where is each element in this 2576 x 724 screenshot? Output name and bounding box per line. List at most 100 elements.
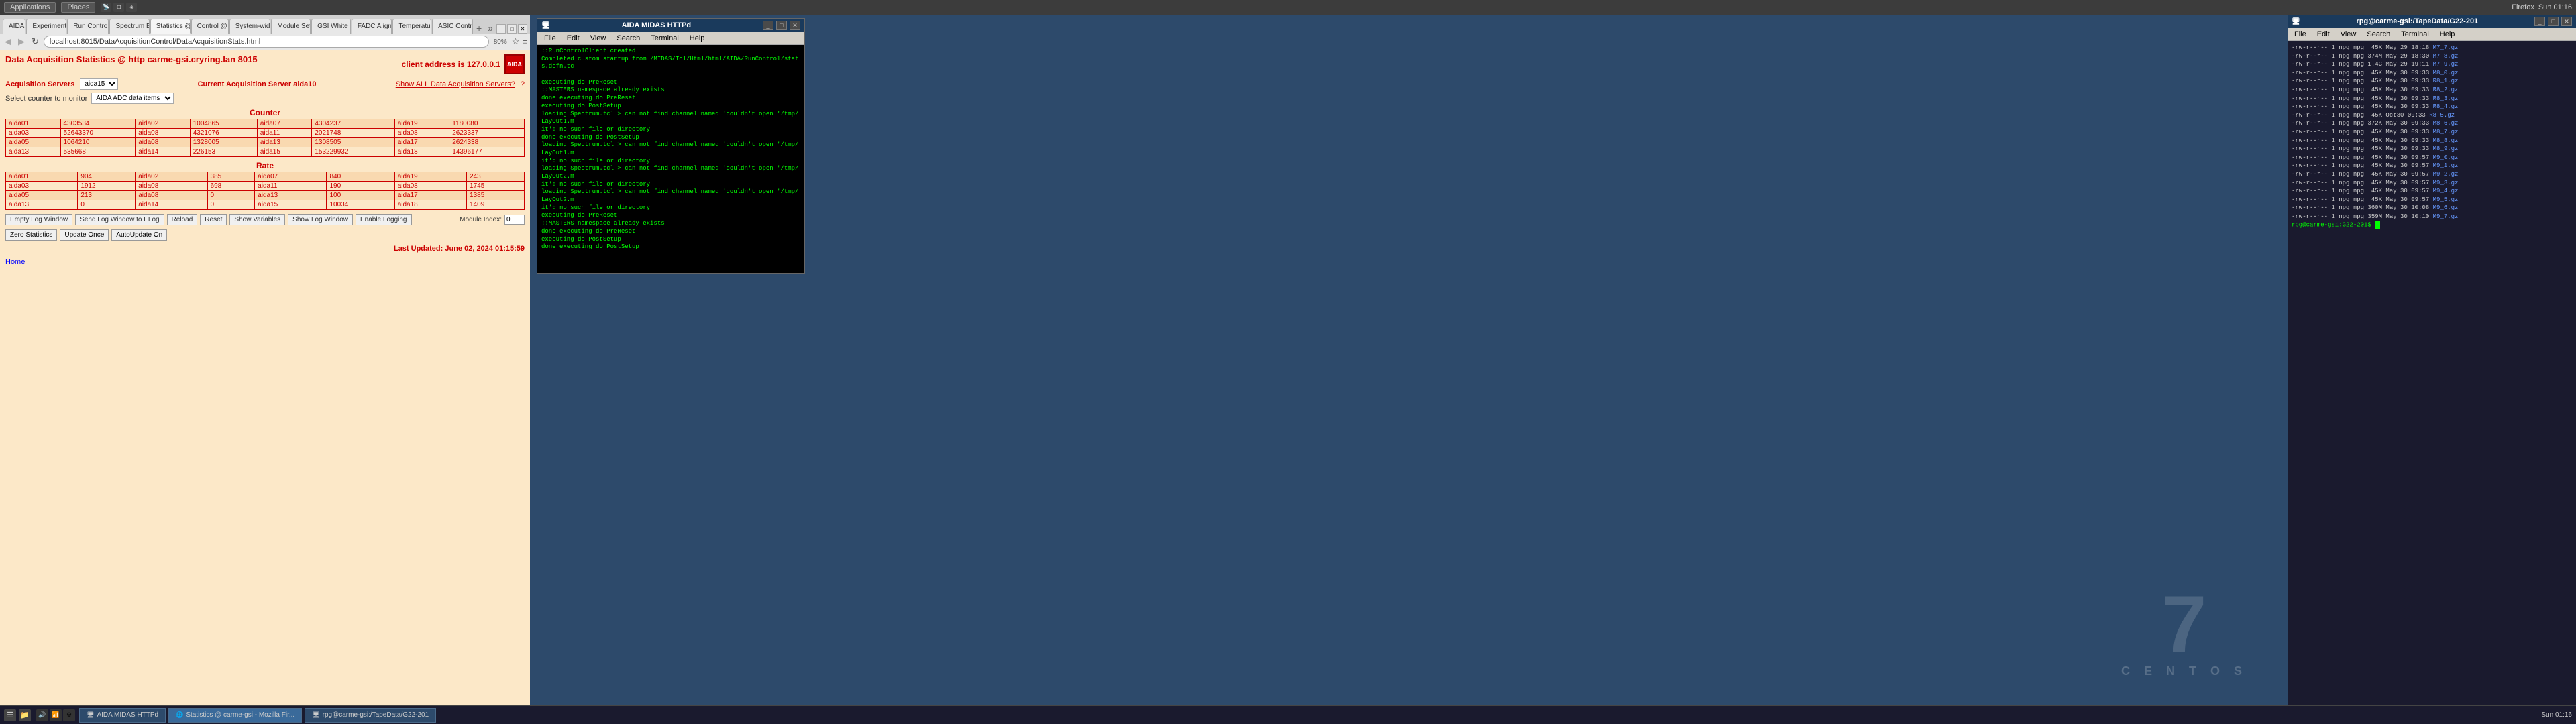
taskbar-item-icon: 🖥	[312, 711, 319, 719]
right-menu-terminal[interactable]: Terminal	[2397, 29, 2433, 39]
menu-file[interactable]: File	[540, 34, 560, 43]
taskbar-items: 🖥 AIDA MIDAS HTTPd 🌐 Statistics @ carme-…	[79, 708, 2537, 723]
empty-log-window-button[interactable]: Empty Log Window	[5, 214, 72, 225]
cell: aida13	[257, 138, 312, 147]
tab-gsi[interactable]: GSI White Rab... ✕	[311, 19, 351, 34]
tab-control[interactable]: Control @ car... ✕	[191, 19, 229, 34]
aida-maximize-button[interactable]: □	[776, 21, 787, 30]
tab-experiment[interactable]: Experiment Cor... ✕	[26, 19, 66, 34]
tray-app-icon-3[interactable]: ⚙	[63, 709, 75, 721]
menu-search[interactable]: Search	[612, 34, 644, 43]
menu-view[interactable]: View	[586, 34, 610, 43]
right-terminal-content[interactable]: -rw-r--r-- 1 npg npg 45K May 29 18:18 M7…	[2288, 41, 2576, 705]
home-link[interactable]: Home	[5, 258, 25, 266]
taskbar-apps-icon[interactable]: ☰	[4, 709, 16, 721]
cell: 1064210	[60, 138, 136, 147]
tab-label: GSI White Rab...	[317, 23, 351, 30]
nav-icon-2[interactable]: ≡	[522, 37, 527, 47]
acq-server-select[interactable]: aida15	[80, 78, 118, 90]
tab-statistics[interactable]: Statistics @ car... ✕	[150, 19, 191, 34]
reset-button[interactable]: Reset	[200, 214, 227, 225]
tab-runcontrol[interactable]: Run Control @ c... ✕	[67, 19, 109, 34]
terminal-line: it': no such file or directory	[541, 204, 800, 213]
zero-stats-button[interactable]: Zero Statistics	[5, 229, 57, 241]
right-terminal-titlebar: 🖥 rpg@carme-gsi:/TapeData/G22-201 _ □ ✕	[2288, 15, 2576, 28]
terminal-line: Completed custom startup from /MIDAS/Tcl…	[541, 56, 800, 71]
cell: 1385	[467, 191, 525, 200]
reload-button[interactable]: ↻	[30, 36, 41, 48]
browser-maximize-button[interactable]: □	[507, 24, 517, 34]
cell: aida05	[6, 191, 78, 200]
menu-edit[interactable]: Edit	[563, 34, 584, 43]
show-variables-button[interactable]: Show Variables	[229, 214, 285, 225]
tray-app-icon-1[interactable]: 🔊	[36, 709, 48, 721]
show-log-window-button[interactable]: Show Log Window	[288, 214, 353, 225]
aida-close-button[interactable]: ✕	[790, 21, 800, 30]
tab-systemwide[interactable]: System-wide Ch... ✕	[229, 19, 271, 34]
more-tabs-button[interactable]: »	[485, 23, 496, 34]
aida-minimize-button[interactable]: _	[763, 21, 773, 30]
tray-icon-1[interactable]: 📡	[101, 3, 111, 12]
show-all-link[interactable]: Show ALL Data Acquisition Servers?	[396, 80, 515, 88]
middle-section: 🖥 AIDA MIDAS HTTPd _ □ ✕ File Edit View …	[530, 15, 2288, 705]
right-maximize-button[interactable]: □	[2548, 17, 2559, 26]
aida-terminal-content[interactable]: ::RunControlClient created Completed cus…	[537, 45, 804, 273]
aida-logo: AIDA	[504, 54, 525, 74]
url-bar[interactable]	[44, 36, 489, 48]
auto-update-button[interactable]: AutoUpdate On	[111, 229, 167, 241]
applications-menu[interactable]: Applications	[4, 2, 56, 13]
tab-aida[interactable]: AIDA ✕	[3, 19, 25, 34]
cell: aida11	[255, 182, 327, 191]
new-tab-button[interactable]: +	[474, 23, 484, 34]
right-menu-edit[interactable]: Edit	[2313, 29, 2334, 39]
tab-fadc[interactable]: FADC Align & C... ✕	[352, 19, 392, 34]
tab-label: Run Control @ c...	[73, 23, 109, 30]
menu-terminal[interactable]: Terminal	[647, 34, 683, 43]
right-menu-file[interactable]: File	[2290, 29, 2310, 39]
tray-icon-3[interactable]: ◈	[126, 3, 137, 12]
cell: 153229932	[312, 147, 394, 157]
menu-help[interactable]: Help	[686, 34, 709, 43]
tab-temp[interactable]: Temperature a... ✕	[392, 19, 431, 34]
cell: aida01	[6, 172, 78, 182]
enable-logging-button[interactable]: Enable Logging	[356, 214, 412, 225]
taskbar-item-terminal[interactable]: 🖥 rpg@carme-gsi:/TapeData/G22-201	[305, 708, 436, 723]
taskbar-item-stats[interactable]: 🌐 Statistics @ carme-gsi - Mozilla Fir..…	[168, 708, 302, 723]
update-once-button[interactable]: Update Once	[60, 229, 109, 241]
reload-button[interactable]: Reload	[167, 214, 198, 225]
tray-icon-2[interactable]: ⊞	[113, 3, 124, 12]
browser-close-button[interactable]: ✕	[518, 24, 527, 34]
right-menu-search[interactable]: Search	[2363, 29, 2394, 39]
cell: 4321076	[190, 129, 257, 138]
cell: aida07	[257, 119, 312, 129]
nav-icon-1[interactable]: ☆	[512, 36, 520, 47]
taskbar-places-icon[interactable]: 📁	[19, 709, 31, 721]
page-header: Data Acquisition Statistics @ http carme…	[5, 54, 525, 74]
tray-app-icon-2[interactable]: 📶	[50, 709, 62, 721]
tab-modulesetting[interactable]: Module Setting... ✕	[271, 19, 311, 34]
aida-menubar: File Edit View Search Terminal Help	[537, 32, 804, 45]
right-menu-help[interactable]: Help	[2436, 29, 2459, 39]
tab-asic[interactable]: ASIC Control @... ✕	[432, 19, 473, 34]
places-menu[interactable]: Places	[61, 2, 95, 13]
cell: aida17	[394, 138, 449, 147]
browser-minimize-button[interactable]: _	[496, 24, 506, 34]
page-title: Data Acquisition Statistics @ http carme…	[5, 54, 258, 64]
table-row: aida051064210 aida081328005 aida13130850…	[6, 138, 525, 147]
cell: aida18	[394, 200, 466, 210]
right-minimize-button[interactable]: _	[2534, 17, 2545, 26]
tab-label: Control @ car...	[197, 23, 229, 30]
right-menu-view[interactable]: View	[2337, 29, 2361, 39]
desktop-topbar: Applications Places 📡 ⊞ ◈ Firefox Sun 01…	[0, 0, 2576, 15]
module-index-input[interactable]	[504, 215, 525, 225]
table-row: aida05213 aida080 aida13100 aida171385	[6, 191, 525, 200]
taskbar-item-aida[interactable]: 🖥 AIDA MIDAS HTTPd	[79, 708, 166, 723]
monitor-label: Select counter to monitor	[5, 95, 87, 103]
monitor-select[interactable]: AIDA ADC data items	[91, 93, 174, 104]
cell: aida08	[136, 191, 207, 200]
right-close-button[interactable]: ✕	[2561, 17, 2572, 26]
tab-spectrum[interactable]: Spectrum Brow... ✕	[109, 19, 149, 34]
back-button[interactable]: ◀	[3, 36, 13, 48]
send-log-button[interactable]: Send Log Window to ELog	[75, 214, 164, 225]
forward-button[interactable]: ▶	[16, 36, 27, 48]
